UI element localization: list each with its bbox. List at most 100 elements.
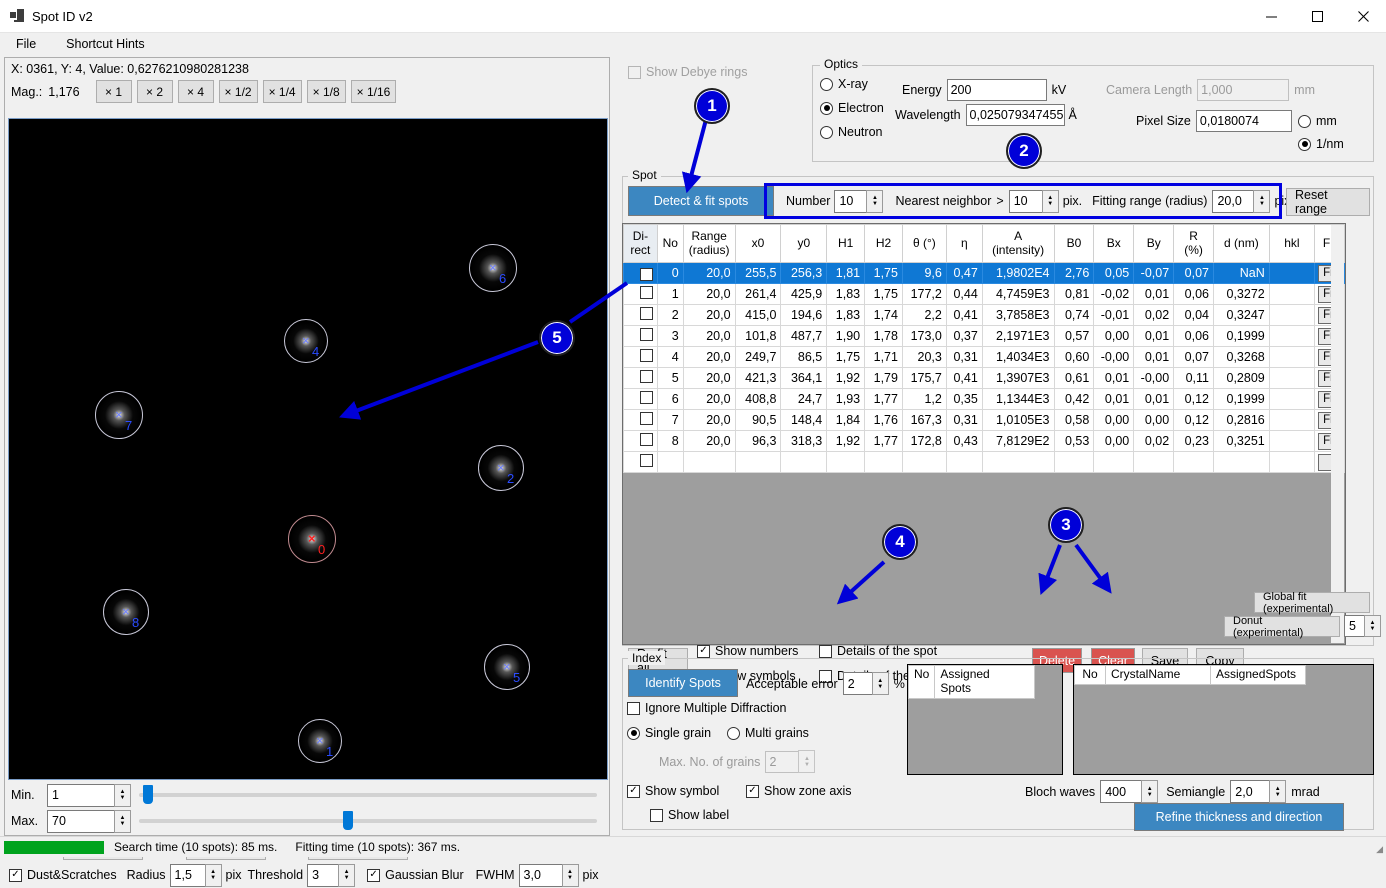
spot-table-row[interactable]: 2 20,0 415,0 194,6 1,83 1,74 2,2 0,41 3,7858E3 0,… (623, 304, 1345, 326)
single-grain-radio-row[interactable]: Single grain Multi grains (627, 726, 809, 740)
spot-table-col-5[interactable]: H1 (826, 224, 866, 263)
source-neutron-radio-row[interactable]: Neutron (820, 125, 882, 139)
diffraction-spot-4[interactable]: × 4 (284, 319, 328, 363)
show-numbers-row[interactable]: ✓ Show numbers (697, 644, 798, 658)
electron-radio[interactable] (820, 101, 833, 115)
zoom-x2-button[interactable]: × 2 (136, 80, 173, 103)
min-slider-thumb[interactable] (143, 785, 153, 804)
row-direct-checkbox-cell[interactable] (623, 451, 658, 473)
spot-table-row[interactable] (623, 451, 1345, 473)
radius-input[interactable]: 1,5 (169, 863, 206, 887)
spot-table-col-14[interactable]: d (nm) (1212, 224, 1270, 263)
global-fit-button[interactable]: Global fit (experimental) (1254, 591, 1370, 615)
diffraction-spot-1[interactable]: × 1 (298, 719, 342, 763)
ignore-multiple-diffraction-checkbox[interactable] (627, 701, 640, 715)
row-direct-checkbox[interactable] (639, 286, 653, 299)
spot-table-body[interactable]: ✓ 0 20,0 255,5 256,3 1,81 1,75 9,6 0,47 1,9802E4 2… (623, 262, 1345, 473)
row-direct-checkbox-cell[interactable] (623, 304, 658, 326)
spot-table-row[interactable]: 1 20,0 261,4 425,9 1,83 1,75 177,2 0,44 4,7459E3… (623, 283, 1345, 305)
energy-input[interactable]: 200 (946, 79, 1047, 101)
spot-table-col-8[interactable]: η (945, 224, 983, 263)
spot-table-container[interactable]: Di-rect No Range (radius) x0 y0 H1 H2 θ (°) η A (in… (622, 223, 1346, 645)
maximize-icon[interactable] (1294, 0, 1340, 33)
diffraction-spot-6[interactable]: × 6 (469, 244, 517, 292)
row-direct-checkbox-cell[interactable] (623, 388, 658, 410)
crystal-table[interactable]: No CrystalName AssignedSpots (1073, 664, 1374, 775)
show-symbol-row[interactable]: ✓ Show symbol (627, 784, 719, 798)
row-direct-checkbox[interactable] (639, 433, 653, 446)
zoom-quarter-button[interactable]: × 1/4 (262, 80, 302, 103)
details-of-spot-row[interactable]: Details of the spot (819, 644, 937, 658)
semiangle-stepper[interactable]: ▲ ▼ (1269, 780, 1287, 803)
source-xray-radio-row[interactable]: X-ray (820, 77, 868, 91)
spot-table-row[interactable]: 7 20,0 90,5 148,4 1,84 1,76 167,3 0,31 1,0105E3 0… (623, 409, 1345, 431)
diffraction-spot-2[interactable]: × 2 (478, 445, 524, 491)
spot-table-col-2[interactable]: Range (radius) (682, 224, 736, 263)
show-zone-axis-row[interactable]: ✓ Show zone axis (746, 784, 852, 798)
pixel-size-input[interactable]: 0,0180074 (1195, 110, 1292, 132)
source-electron-radio-row[interactable]: Electron (820, 101, 884, 115)
spot-table-col-6[interactable]: H2 (864, 224, 903, 263)
unit-mm-radio[interactable] (1298, 114, 1311, 128)
menu-item-file[interactable]: File (10, 35, 42, 53)
radius-stepper[interactable]: ▲ ▼ (204, 863, 222, 887)
gaussian-blur-checkbox[interactable]: ✓ (367, 868, 381, 882)
zoom-x4-button[interactable]: × 4 (177, 80, 214, 103)
spot-table-col-15[interactable]: hkl (1268, 224, 1316, 263)
show-symbol-checkbox[interactable]: ✓ (627, 784, 640, 798)
zoom-sixteenth-button[interactable]: × 1/16 (350, 80, 397, 103)
spot-table-col-4[interactable]: y0 (780, 224, 828, 263)
spot-table-row[interactable]: ✓ 0 20,0 255,5 256,3 1,81 1,75 9,6 0,47 1,9802E4 2… (623, 262, 1345, 284)
min-stepper[interactable]: ▲ ▼ (114, 783, 131, 807)
max-stepper[interactable]: ▲ ▼ (114, 809, 131, 833)
nearest-neighbor-input[interactable]: 10 (1008, 189, 1043, 213)
zoom-eighth-button[interactable]: × 1/8 (306, 80, 346, 103)
show-label-checkbox[interactable] (650, 808, 663, 822)
semiangle-input[interactable]: 2,0 (1230, 780, 1271, 803)
spot-table-col-13[interactable]: R (%) (1173, 224, 1214, 263)
identify-spots-button[interactable]: Identify Spots (628, 669, 738, 697)
zoom-x1-button[interactable]: × 1 (95, 80, 132, 103)
row-direct-checkbox[interactable] (639, 328, 653, 341)
spot-table-row[interactable]: 3 20,0 101,8 487,7 1,90 1,78 173,0 0,37 2,1971E3… (623, 325, 1345, 347)
menu-item-shortcut-hints[interactable]: Shortcut Hints (60, 35, 151, 53)
spot-table-col-1[interactable]: No (656, 224, 684, 263)
max-input[interactable]: 70 (47, 809, 115, 833)
min-input[interactable]: 1 (47, 783, 115, 807)
diffraction-spot-7[interactable]: × 7 (95, 391, 143, 439)
unit-invnm-radio[interactable] (1298, 137, 1311, 151)
donut-stepper[interactable]: ▲ ▼ (1364, 615, 1381, 637)
number-stepper[interactable]: ▲ ▼ (866, 189, 884, 213)
row-direct-checkbox[interactable] (639, 454, 653, 467)
spot-table-col-10[interactable]: B0 (1053, 224, 1095, 263)
show-label-row[interactable]: Show label (650, 808, 729, 822)
diffraction-spot-8[interactable]: × 8 (103, 589, 149, 635)
fitting-range-input[interactable]: 20,0 (1212, 189, 1255, 213)
row-direct-checkbox[interactable] (639, 412, 653, 425)
row-direct-checkbox-cell[interactable] (623, 367, 658, 389)
spot-table-row[interactable]: 4 20,0 249,7 86,5 1,75 1,71 20,3 0,31 1,4034E3 0,… (623, 346, 1345, 368)
donut-button[interactable]: Donut (experimental) (1224, 615, 1340, 639)
max-slider-thumb[interactable] (343, 811, 353, 830)
assigned-spots-table[interactable]: No Assigned Spots (907, 664, 1063, 775)
spot-table-col-0[interactable]: Di-rect (623, 224, 658, 263)
row-direct-checkbox[interactable] (639, 370, 653, 383)
min-slider[interactable] (139, 785, 597, 804)
detect-fit-spots-button[interactable]: Detect & fit spots (628, 186, 774, 216)
bloch-waves-stepper[interactable]: ▲ ▼ (1141, 780, 1159, 803)
spot-table-row[interactable]: 8 20,0 96,3 318,3 1,92 1,77 172,8 0,43 7,8129E2 0… (623, 430, 1345, 452)
unit-invnm-radio-row[interactable]: 1/nm (1298, 137, 1344, 151)
spot-table-col-12[interactable]: By (1133, 224, 1175, 263)
spot-table-col-7[interactable]: θ (°) (901, 224, 947, 263)
xray-radio[interactable] (820, 77, 833, 91)
row-direct-checkbox-cell[interactable]: ✓ (623, 262, 658, 284)
row-direct-checkbox[interactable] (639, 349, 653, 362)
spot-table-row[interactable]: 5 20,0 421,3 364,1 1,92 1,79 175,7 0,41 1,3907E3… (623, 367, 1345, 389)
spot-table-col-9[interactable]: A (intensity) (981, 224, 1055, 263)
row-direct-checkbox-cell[interactable] (623, 409, 658, 431)
ignore-multiple-diffraction-row[interactable]: Ignore Multiple Diffraction (627, 701, 787, 715)
nearest-neighbor-stepper[interactable]: ▲ ▼ (1041, 189, 1059, 213)
diffraction-spot-5[interactable]: × 5 (484, 644, 530, 690)
minimize-icon[interactable] (1248, 0, 1294, 33)
fitting-range-stepper[interactable]: ▲ ▼ (1253, 189, 1271, 213)
